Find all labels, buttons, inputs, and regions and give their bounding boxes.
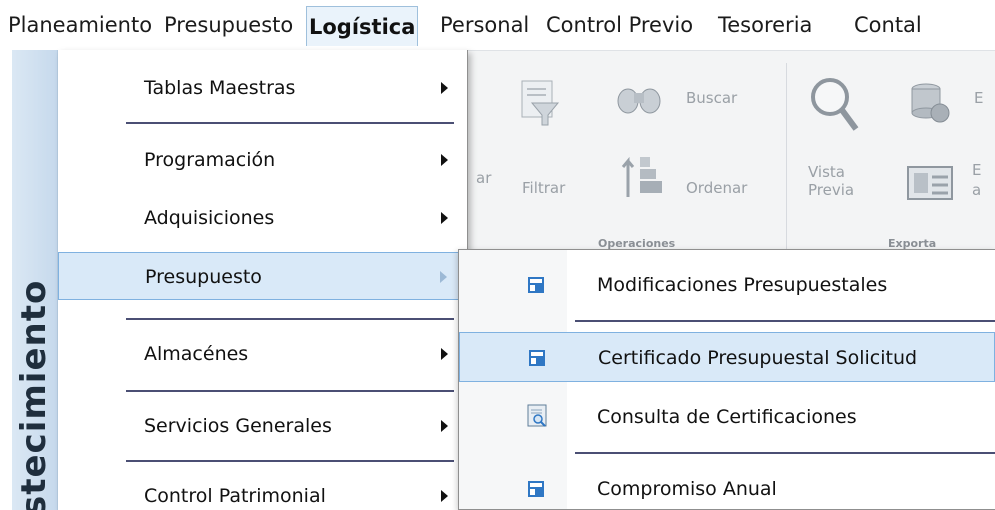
menu-tesoreria[interactable]: Tesoreria	[718, 9, 812, 42]
submenu-item-modificaciones-presupuestales[interactable]: Modificaciones Presupuestales	[459, 260, 995, 310]
menu-item-label: Control Patrimonial	[144, 485, 326, 507]
blue-window-icon	[527, 480, 545, 502]
ribbon-ordenar-label[interactable]: Ordenar	[686, 179, 747, 197]
submenu-arrow-icon	[441, 348, 448, 360]
menu-separator	[126, 318, 454, 320]
menu-separator	[126, 390, 454, 392]
submenu-separator	[575, 452, 995, 454]
database-export-icon[interactable]	[908, 81, 952, 127]
menu-item-tablas-maestras[interactable]: Tablas Maestras	[58, 64, 466, 112]
ribbon-partial-label: ar	[476, 169, 492, 187]
submenu-item-label: Compromiso Anual	[597, 478, 777, 500]
menu-item-label: Almacénes	[144, 343, 249, 365]
menu-separator	[126, 122, 454, 124]
sort-icon[interactable]	[620, 151, 666, 203]
blue-window-icon	[527, 276, 545, 298]
submenu-separator	[575, 320, 995, 322]
menu-item-programacion[interactable]: Programación	[58, 136, 466, 184]
submenu-item-consulta-de-certificaciones[interactable]: Consulta de Certificaciones	[459, 392, 995, 442]
menu-item-almacenes[interactable]: Almacénes	[58, 330, 466, 378]
submenu-item-label: Consulta de Certificaciones	[597, 406, 857, 428]
submenu-arrow-icon	[441, 420, 448, 432]
submenu-arrow-icon	[441, 82, 448, 94]
ribbon-export2-label[interactable]: E	[972, 161, 981, 179]
ribbon-export2b-label[interactable]: a	[972, 181, 981, 199]
menubar: Planeamiento Presupuesto Logística Perso…	[0, 0, 995, 50]
ribbon-separator	[786, 63, 787, 253]
submenu-arrow-icon	[441, 490, 448, 502]
blue-window-icon	[528, 349, 546, 371]
magnifier-icon[interactable]	[808, 75, 860, 139]
submenu-item-label: Modificaciones Presupuestales	[597, 274, 888, 296]
ribbon-buscar-label[interactable]: Buscar	[686, 89, 737, 107]
submenu-arrow-icon	[441, 212, 448, 224]
submenu-item-compromiso-anual[interactable]: Compromiso Anual	[459, 464, 995, 510]
ribbon-export1-label[interactable]: E	[974, 89, 983, 107]
menu-logistica[interactable]: Logística	[306, 6, 419, 46]
menu-item-label: Tablas Maestras	[144, 77, 296, 99]
menu-item-control-patrimonial[interactable]: Control Patrimonial	[58, 472, 466, 510]
submenu-arrow-icon	[441, 154, 448, 166]
presupuesto-submenu: Modificaciones Presupuestales Certificad…	[458, 249, 995, 510]
menu-planeamiento[interactable]: Planeamiento	[8, 9, 152, 42]
excel-export-icon[interactable]	[906, 163, 954, 207]
submenu-item-label: Certificado Presupuestal Solicitud	[598, 347, 918, 369]
side-band: stecimiento	[12, 50, 58, 510]
menu-item-label: Programación	[144, 149, 276, 171]
ribbon-vista-previa-label[interactable]: Vista Previa	[808, 163, 854, 199]
menu-item-servicios-generales[interactable]: Servicios Generales	[58, 402, 466, 450]
menu-contabilidad[interactable]: Contal	[854, 9, 922, 42]
logistica-dropdown: Tablas Maestras Programación Adquisicion…	[58, 50, 468, 510]
menu-item-presupuesto[interactable]: Presupuesto	[58, 252, 466, 300]
menu-item-adquisiciones[interactable]: Adquisiciones	[58, 194, 466, 242]
side-band-title: stecimiento	[14, 279, 54, 510]
document-search-icon	[527, 404, 549, 432]
submenu-arrow-icon	[440, 271, 447, 283]
filter-funnel-icon[interactable]	[518, 79, 562, 133]
menu-item-label: Adquisiciones	[144, 207, 275, 229]
submenu-item-certificado-presupuestal-solicitud[interactable]: Certificado Presupuestal Solicitud	[459, 332, 995, 382]
ribbon-filtrar-label[interactable]: Filtrar	[522, 179, 565, 197]
menu-item-label: Presupuesto	[145, 266, 262, 288]
menu-item-label: Servicios Generales	[144, 415, 332, 437]
menu-personal[interactable]: Personal	[440, 9, 529, 42]
menu-separator	[126, 460, 454, 462]
ribbon: ar Filtrar Buscar Ordenar Operaciones Vi…	[468, 50, 995, 260]
menu-presupuesto[interactable]: Presupuesto	[164, 9, 293, 42]
binoculars-icon[interactable]	[616, 81, 662, 121]
menu-control-previo[interactable]: Control Previo	[546, 9, 693, 42]
